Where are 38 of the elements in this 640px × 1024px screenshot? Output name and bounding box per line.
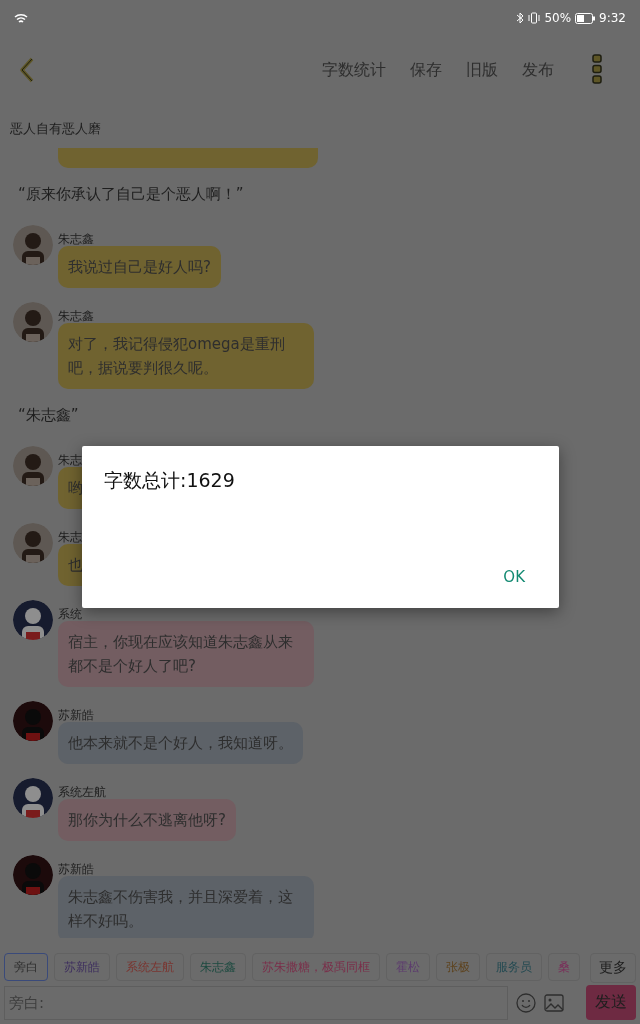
toolbar-action[interactable]: 保存: [398, 59, 454, 81]
speaker-name: 苏新皓: [58, 862, 94, 876]
narration-text: “原来你承认了自己是个恶人啊！”: [17, 184, 245, 205]
speaker-name: 系统左航: [58, 785, 106, 799]
message-bubble: 他本来就不是个好人，我知道呀。: [58, 722, 303, 764]
message-bubble: 那你为什么不逃离他呀?: [58, 799, 236, 841]
back-icon[interactable]: [18, 57, 36, 83]
image-icon[interactable]: [544, 993, 564, 1012]
clock: 9:32: [599, 11, 626, 25]
speaker-name: 朱志鑫: [58, 309, 94, 323]
speaker-name: 朱志: [58, 530, 82, 544]
send-button[interactable]: 发送: [586, 985, 636, 1020]
speaker-name: 朱志: [58, 453, 82, 467]
battery-icon: [575, 12, 596, 24]
message-bubble: 朱志鑫不伤害我，并且深爱着，这样不好吗。: [58, 876, 314, 938]
role-tag[interactable]: 服务员: [486, 953, 542, 981]
message-bubble: 我说过自己是好人吗?: [58, 246, 221, 288]
dialog-message: 字数总计:1629: [104, 468, 236, 493]
speaker-name: 系统: [58, 607, 82, 621]
vibrate-icon: [528, 12, 541, 24]
chapter-title: 恶人自有恶人磨: [9, 120, 102, 138]
wifi-icon: [14, 12, 28, 24]
toolbar-action[interactable]: 旧版: [454, 59, 510, 81]
role-tag[interactable]: 张极: [436, 953, 480, 981]
speaker-name: 朱志鑫: [58, 232, 94, 246]
more-button[interactable]: 更多: [590, 953, 636, 983]
speaker-name: 苏新皓: [58, 708, 94, 722]
toolbar-action[interactable]: 发布: [510, 59, 566, 81]
toolbar-action[interactable]: 字数统计: [310, 59, 398, 81]
emoji-icon[interactable]: [516, 992, 536, 1013]
role-tag[interactable]: 桑: [548, 953, 580, 981]
role-tag[interactable]: 朱志鑫: [190, 953, 246, 981]
bluetooth-icon: [516, 12, 525, 24]
narration-text: “朱志鑫”: [17, 405, 80, 426]
ok-button[interactable]: OK: [491, 562, 537, 592]
message-bubble: 宿主，你现在应该知道朱志鑫从来都不是个好人了吧?: [58, 621, 314, 687]
battery-percentage: 50%: [544, 11, 572, 25]
message-bubble: 对了，我记得侵犯omega是重刑吧，据说要判很久呢。: [58, 323, 314, 389]
